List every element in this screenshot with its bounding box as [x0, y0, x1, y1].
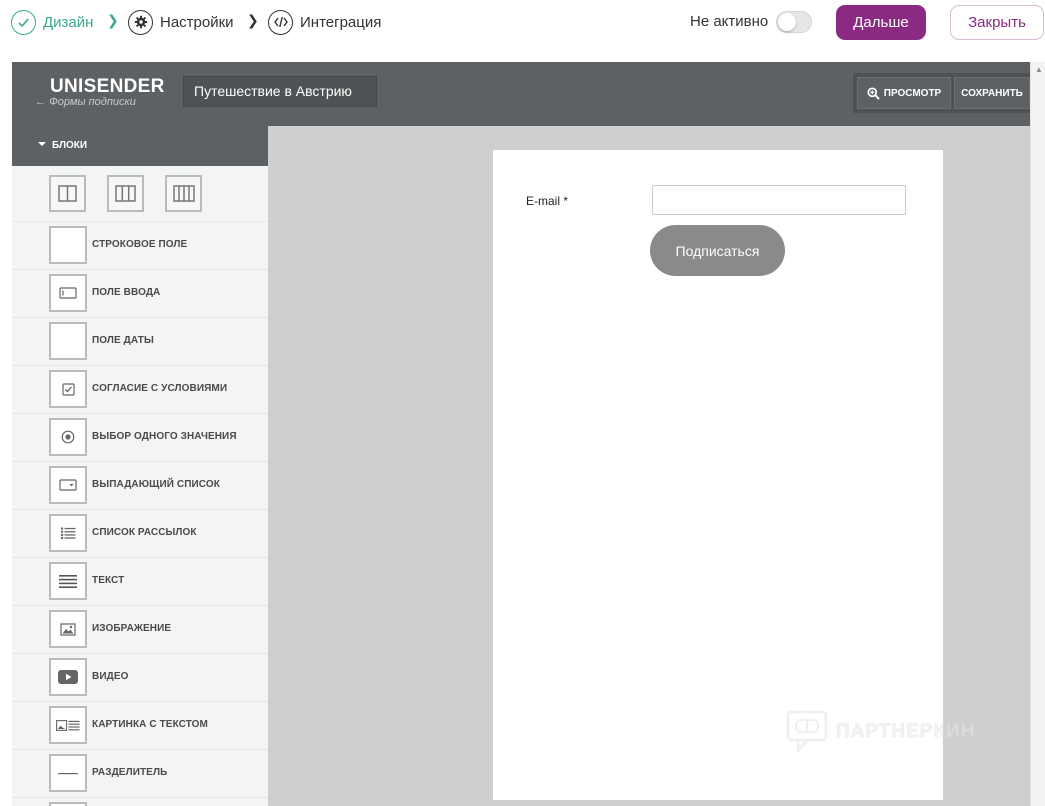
block-label: ТЕКСТ [92, 575, 125, 586]
three-column-layout-icon[interactable] [107, 175, 144, 212]
subscribe-button[interactable]: Подписаться [650, 225, 785, 276]
blocks-sidebar: БЛОКИ СТРОКОВОЕ ПОЛЕ ПОЛЕ ВВОДА ПОЛЕ ДАТ… [12, 126, 268, 806]
zoom-icon [867, 86, 880, 100]
chevron-right-icon: ❯ [107, 12, 119, 28]
blocks-list: СТРОКОВОЕ ПОЛЕ ПОЛЕ ВВОДА ПОЛЕ ДАТЫ СОГЛ… [12, 222, 268, 806]
gear-icon [128, 9, 153, 35]
scroll-up-icon[interactable]: ▲ [1035, 65, 1043, 74]
watermark-text: ПАРТНЕРКИН [836, 721, 976, 743]
blocks-section-header[interactable]: БЛОКИ [12, 126, 268, 166]
more-block-icon [49, 802, 87, 806]
divider-icon [49, 754, 87, 792]
next-button[interactable]: Дальше [836, 5, 926, 40]
block-label: СТРОКОВОЕ ПОЛЕ [92, 239, 188, 250]
string-field-icon [49, 226, 87, 264]
back-link-label: Формы подписки [49, 96, 136, 108]
block-text[interactable]: ТЕКСТ [12, 558, 268, 606]
block-image[interactable]: ИЗОБРАЖЕНИЕ [12, 606, 268, 654]
active-toggle[interactable] [776, 11, 812, 33]
text-icon [49, 562, 87, 600]
save-button[interactable]: СОХРАНИТЬ [954, 77, 1030, 109]
caret-down-icon [38, 142, 46, 146]
watermark: ПАРТНЕРКИН [786, 710, 975, 754]
code-icon [268, 9, 293, 35]
toggle-knob [778, 13, 796, 31]
block-input-field[interactable]: ПОЛЕ ВВОДА [12, 270, 268, 318]
status-label: Не активно [690, 13, 769, 30]
logo: UNISENDER [50, 76, 165, 97]
chevron-right-icon: ❯ [247, 12, 259, 28]
step-settings[interactable]: Настройки [128, 8, 234, 36]
form-editor: UNISENDER ← Формы подписки Путешествие в… [12, 62, 1030, 806]
block-label: ПОЛЕ ВВОДА [92, 287, 161, 298]
form-canvas[interactable]: E-mail * Подписаться [493, 150, 943, 800]
block-label: КАРТИНКА С ТЕКСТОМ [92, 719, 208, 730]
block-label: РАЗДЕЛИТЕЛЬ [92, 767, 168, 778]
step-design-label: Дизайн [43, 13, 94, 31]
block-label: ПОЛЕ ДАТЫ [92, 335, 154, 346]
image-text-icon [49, 706, 87, 744]
mailing-list-icon [49, 514, 87, 552]
step-integration[interactable]: Интеграция [268, 8, 381, 36]
block-label: ВЫБОР ОДНОГО ЗНАЧЕНИЯ [92, 431, 237, 442]
block-consent[interactable]: СОГЛАСИЕ С УСЛОВИЯМИ [12, 366, 268, 414]
dropdown-icon [49, 466, 87, 504]
block-image-text[interactable]: КАРТИНКА С ТЕКСТОМ [12, 702, 268, 750]
block-more[interactable] [12, 798, 268, 806]
block-video[interactable]: ВИДЕО [12, 654, 268, 702]
preview-label: ПРОСМОТР [883, 87, 942, 99]
block-radio[interactable]: ВЫБОР ОДНОГО ЗНАЧЕНИЯ [12, 414, 268, 462]
radio-icon [49, 418, 87, 456]
input-field-icon [49, 274, 87, 312]
email-label: E-mail * [526, 194, 569, 208]
blocks-title: БЛОКИ [52, 140, 88, 151]
preview-button[interactable]: ПРОСМОТР [857, 77, 951, 109]
layout-picker [12, 166, 268, 222]
step-integration-label: Интеграция [300, 13, 382, 31]
editor-header: UNISENDER ← Формы подписки Путешествие в… [12, 62, 1030, 126]
date-field-icon [49, 322, 87, 360]
block-divider[interactable]: РАЗДЕЛИТЕЛЬ [12, 750, 268, 798]
watermark-logo [786, 710, 828, 754]
block-label: ИЗОБРАЖЕНИЕ [92, 623, 172, 634]
two-column-layout-icon[interactable] [49, 175, 86, 212]
four-column-layout-icon[interactable] [165, 175, 202, 212]
form-name-input[interactable]: Путешествие в Австрию [183, 76, 377, 107]
block-label: ВЫПАДАЮЩИЙ СПИСОК [92, 479, 220, 490]
checkbox-icon [49, 370, 87, 408]
step-design[interactable]: Дизайн [11, 8, 93, 36]
top-bar: Дизайн ❯ Настройки ❯ Интеграция Не актив… [0, 0, 1045, 62]
email-input[interactable] [652, 185, 906, 215]
header-actions: ПРОСМОТР СОХРАНИТЬ [853, 73, 1030, 113]
check-icon [11, 9, 36, 35]
block-string-field[interactable]: СТРОКОВОЕ ПОЛЕ [12, 222, 268, 270]
step-settings-label: Настройки [160, 13, 234, 31]
page-scrollbar[interactable]: ▲ [1030, 62, 1045, 806]
back-link[interactable]: ← Формы подписки [35, 96, 136, 108]
image-icon [49, 610, 87, 648]
block-mailing-list[interactable]: СПИСОК РАССЫЛОК [12, 510, 268, 558]
block-label: СОГЛАСИЕ С УСЛОВИЯМИ [92, 383, 228, 394]
block-date-field[interactable]: ПОЛЕ ДАТЫ [12, 318, 268, 366]
video-icon [49, 658, 87, 696]
block-label: ВИДЕО [92, 671, 129, 682]
block-label: СПИСОК РАССЫЛОК [92, 527, 197, 538]
block-dropdown[interactable]: ВЫПАДАЮЩИЙ СПИСОК [12, 462, 268, 510]
close-button[interactable]: Закрыть [950, 5, 1044, 40]
arrow-left-icon: ← [35, 96, 50, 108]
